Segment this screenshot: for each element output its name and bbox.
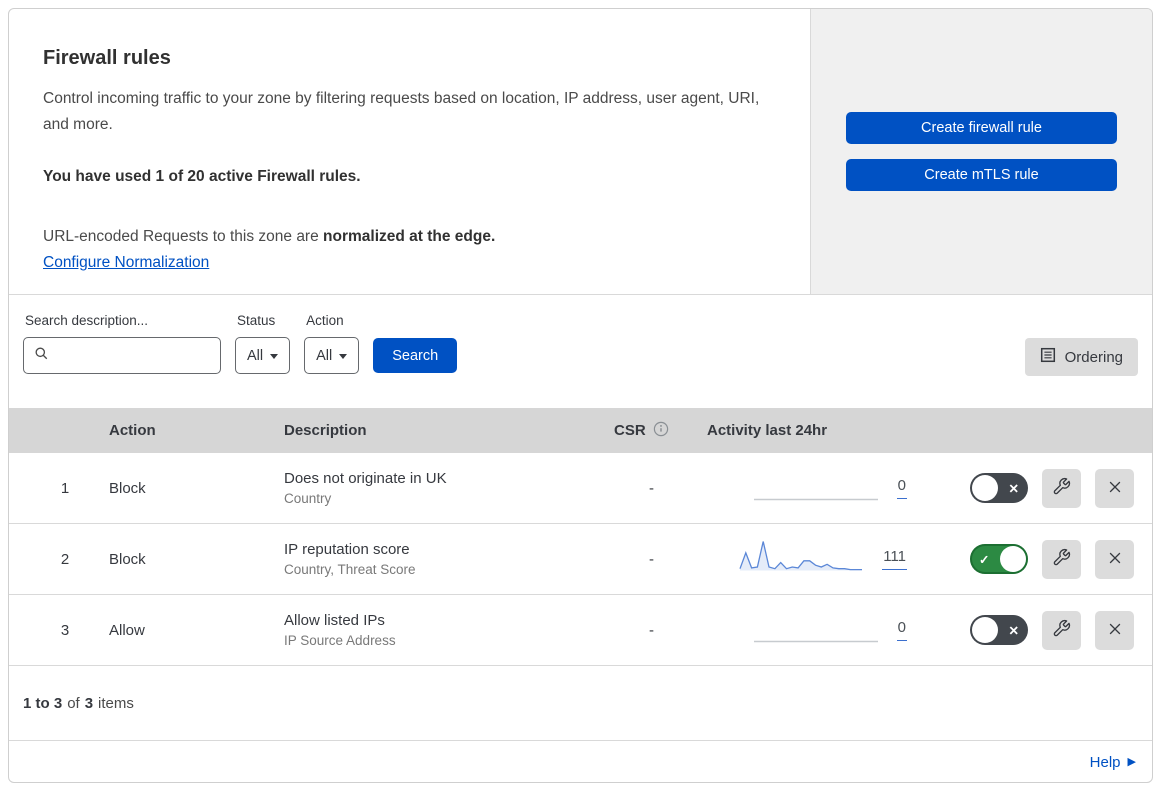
rule-criteria: Country <box>284 491 332 506</box>
pagination-summary: 1 to 3 of 3 items <box>23 694 134 712</box>
delete-rule-button[interactable] <box>1095 468 1134 508</box>
status-filter-group: Status All <box>235 313 291 374</box>
rule-description: Does not originate in UK <box>284 470 447 487</box>
activity-sparkline <box>738 537 865 581</box>
header-section: Firewall rules Control incoming traffic … <box>9 9 1152 295</box>
action-label: Action <box>306 313 344 328</box>
header-actions-panel: Create firewall rule Create mTLS rule <box>810 9 1152 294</box>
search-input[interactable] <box>57 346 210 365</box>
activity-sparkline <box>753 466 880 510</box>
search-group: Search description... <box>23 313 221 374</box>
configure-normalization-link[interactable]: Configure Normalization <box>43 254 209 272</box>
rule-toggle[interactable]: ✕ <box>970 615 1028 645</box>
rule-action: Block <box>109 479 146 497</box>
edit-rule-button[interactable] <box>1042 610 1081 650</box>
activity-sparkline <box>753 608 880 652</box>
close-icon <box>1106 478 1124 499</box>
rule-activity-cell: 111 <box>699 537 914 581</box>
rule-description-cell: Does not originate in UK Country <box>284 470 604 506</box>
rule-priority: 2 <box>60 550 70 568</box>
rule-activity-cell: 0 <box>699 466 914 510</box>
delete-rule-button[interactable] <box>1095 539 1134 579</box>
edit-rule-button[interactable] <box>1042 539 1081 579</box>
column-header-description: Description <box>284 422 367 439</box>
header-info: Firewall rules Control incoming traffic … <box>9 9 810 294</box>
ordering-button[interactable]: Ordering <box>1024 338 1138 376</box>
search-button-group: Search <box>373 313 458 373</box>
rule-controls: ✓ <box>914 539 1152 579</box>
rule-description: Allow listed IPs <box>284 612 385 629</box>
column-header-csr: CSR <box>604 421 699 441</box>
chevron-down-icon <box>339 354 348 359</box>
search-icon <box>34 346 49 366</box>
usage-notice: You have used 1 of 20 active Firewall ru… <box>43 168 361 186</box>
wrench-icon <box>1052 619 1071 641</box>
rule-action: Allow <box>109 621 145 639</box>
rule-csr-value: - <box>649 550 654 568</box>
rule-priority: 1 <box>60 479 70 497</box>
chevron-down-icon <box>270 354 279 359</box>
search-input-wrapper <box>23 337 221 374</box>
activity-count[interactable]: 0 <box>896 477 907 499</box>
toggle-state-icon: ✕ <box>1008 623 1019 638</box>
rule-toggle[interactable]: ✓ <box>970 544 1028 574</box>
toggle-knob <box>972 617 998 643</box>
page-description: Control incoming traffic to your zone by… <box>43 90 760 134</box>
rule-csr-value: - <box>649 479 654 497</box>
firewall-rules-panel: Firewall rules Control incoming traffic … <box>8 8 1153 783</box>
rule-activity-cell: 0 <box>699 608 914 652</box>
normalization-notice: URL-encoded Requests to this zone are no… <box>43 228 496 246</box>
rules-table-header: Action Description CSR Activity last 24h… <box>9 408 1152 453</box>
rule-description-cell: Allow listed IPs IP Source Address <box>284 612 604 648</box>
arrow-right-icon: ▶ <box>1127 756 1136 768</box>
create-mtls-rule-button[interactable]: Create mTLS rule <box>846 159 1117 191</box>
wrench-icon <box>1052 477 1071 499</box>
rule-description-cell: IP reputation score Country, Threat Scor… <box>284 541 604 577</box>
column-header-activity: Activity last 24hr <box>707 422 828 439</box>
help-link[interactable]: Help ▶ <box>1090 754 1136 771</box>
list-icon <box>1040 347 1056 367</box>
help-row: Help ▶ <box>9 740 1152 782</box>
delete-rule-button[interactable] <box>1095 610 1134 650</box>
action-filter-group: Action All <box>304 313 360 374</box>
toggle-state-icon: ✓ <box>979 552 990 567</box>
edit-rule-button[interactable] <box>1042 468 1081 508</box>
rule-criteria: Country, Threat Score <box>284 562 416 577</box>
action-select[interactable]: All <box>304 337 360 374</box>
page-title: Firewall rules <box>43 47 171 69</box>
rule-description: IP reputation score <box>284 541 410 558</box>
create-firewall-rule-button[interactable]: Create firewall rule <box>846 112 1117 144</box>
wrench-icon <box>1052 548 1071 570</box>
info-icon[interactable] <box>653 421 669 441</box>
close-icon <box>1106 620 1124 641</box>
rule-action: Block <box>109 550 146 568</box>
search-label: Search description... <box>25 313 149 328</box>
rule-criteria: IP Source Address <box>284 633 396 648</box>
rule-controls: ✕ <box>914 468 1152 508</box>
filter-bar: Search description... Status All Action … <box>9 295 1152 408</box>
close-icon <box>1106 549 1124 570</box>
rule-controls: ✕ <box>914 610 1152 650</box>
toggle-knob <box>972 475 998 501</box>
rule-priority: 3 <box>60 621 70 639</box>
table-row: 2 Block IP reputation score Country, Thr… <box>9 524 1152 595</box>
column-header-action: Action <box>109 422 156 439</box>
toggle-knob <box>1000 546 1026 572</box>
activity-count[interactable]: 111 <box>882 548 907 570</box>
activity-count[interactable]: 0 <box>896 619 907 641</box>
status-label: Status <box>237 313 276 328</box>
table-row: 3 Allow Allow listed IPs IP Source Addre… <box>9 595 1152 666</box>
rules-table-body: 1 Block Does not originate in UK Country… <box>9 453 1152 666</box>
status-select[interactable]: All <box>235 337 291 374</box>
item-total: 3 <box>84 694 94 712</box>
rule-csr-value: - <box>649 621 654 639</box>
search-button[interactable]: Search <box>373 338 458 373</box>
table-row: 1 Block Does not originate in UK Country… <box>9 453 1152 524</box>
toggle-state-icon: ✕ <box>1008 481 1019 496</box>
rule-toggle[interactable]: ✕ <box>970 473 1028 503</box>
item-range: 1 to 3 <box>23 694 63 712</box>
